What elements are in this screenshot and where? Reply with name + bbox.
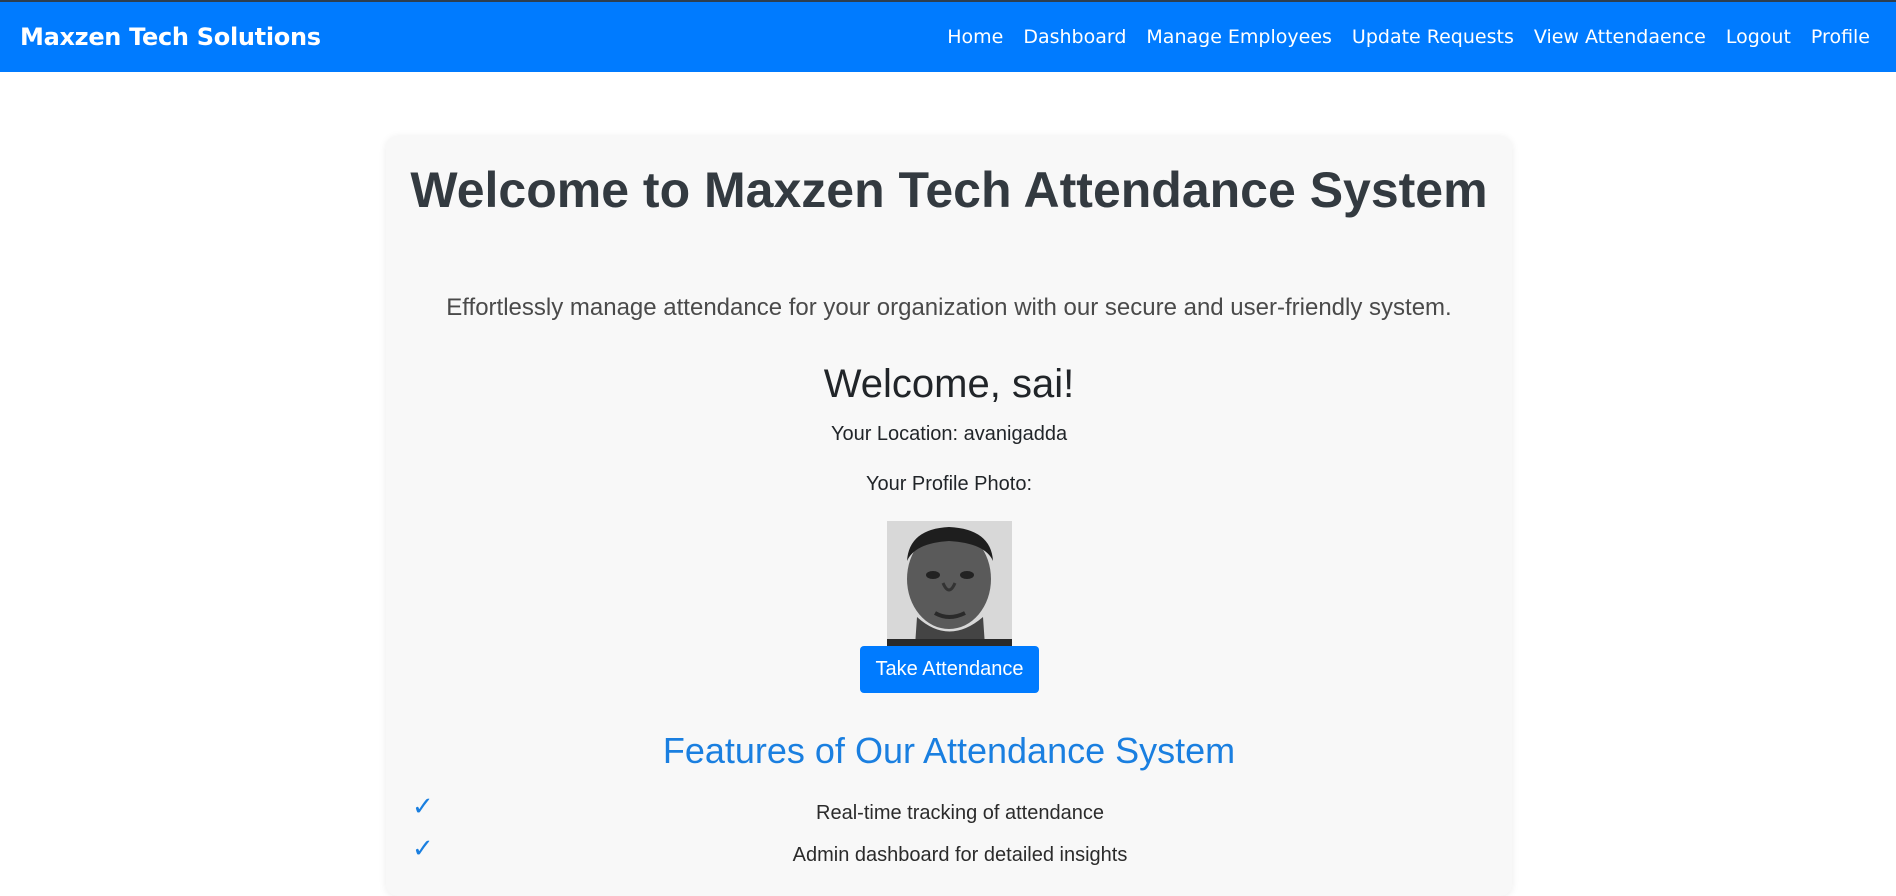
nav-item-profile[interactable]: Profile	[1801, 26, 1876, 48]
take-attendance-button[interactable]: Take Attendance	[860, 646, 1039, 693]
top-navbar: Maxzen Tech Solutions Home Dashboard Man…	[0, 0, 1896, 72]
main-nav: Home Dashboard Manage Employees Update R…	[937, 26, 1876, 48]
nav-item-manage-employees[interactable]: Manage Employees	[1136, 26, 1342, 48]
feature-text: Real-time tracking of attendance	[816, 801, 1104, 824]
nav-item-update-requests[interactable]: Update Requests	[1342, 26, 1524, 48]
profile-photo-image	[887, 521, 1012, 646]
feature-item: ✓ Real-time tracking of attendance	[386, 792, 1512, 834]
nav-item-logout[interactable]: Logout	[1716, 26, 1801, 48]
check-icon: ✓	[412, 792, 434, 822]
nav-item-home[interactable]: Home	[937, 26, 1013, 48]
hero-title: Welcome to Maxzen Tech Attendance System	[410, 162, 1488, 218]
feature-text: Admin dashboard for detailed insights	[792, 843, 1128, 866]
check-icon: ✓	[412, 834, 434, 864]
welcome-card: Welcome to Maxzen Tech Attendance System…	[386, 136, 1512, 896]
profile-photo	[887, 521, 1012, 646]
user-location: Your Location: avanigadda	[830, 423, 1068, 445]
user-welcome-heading: Welcome, sai!	[823, 362, 1075, 406]
hero-subtitle: Effortlessly manage attendance for your …	[446, 294, 1452, 321]
brand-logo-link[interactable]: Maxzen Tech Solutions	[20, 23, 321, 51]
features-list: ✓ Real-time tracking of attendance ✓ Adm…	[386, 792, 1512, 876]
profile-photo-label: Your Profile Photo:	[865, 473, 1033, 495]
feature-item: ✓ Admin dashboard for detailed insights	[386, 834, 1512, 876]
features-heading: Features of Our Attendance System	[662, 730, 1236, 771]
nav-item-view-attendance[interactable]: View Attendaence	[1524, 26, 1716, 48]
nav-item-dashboard[interactable]: Dashboard	[1013, 26, 1136, 48]
